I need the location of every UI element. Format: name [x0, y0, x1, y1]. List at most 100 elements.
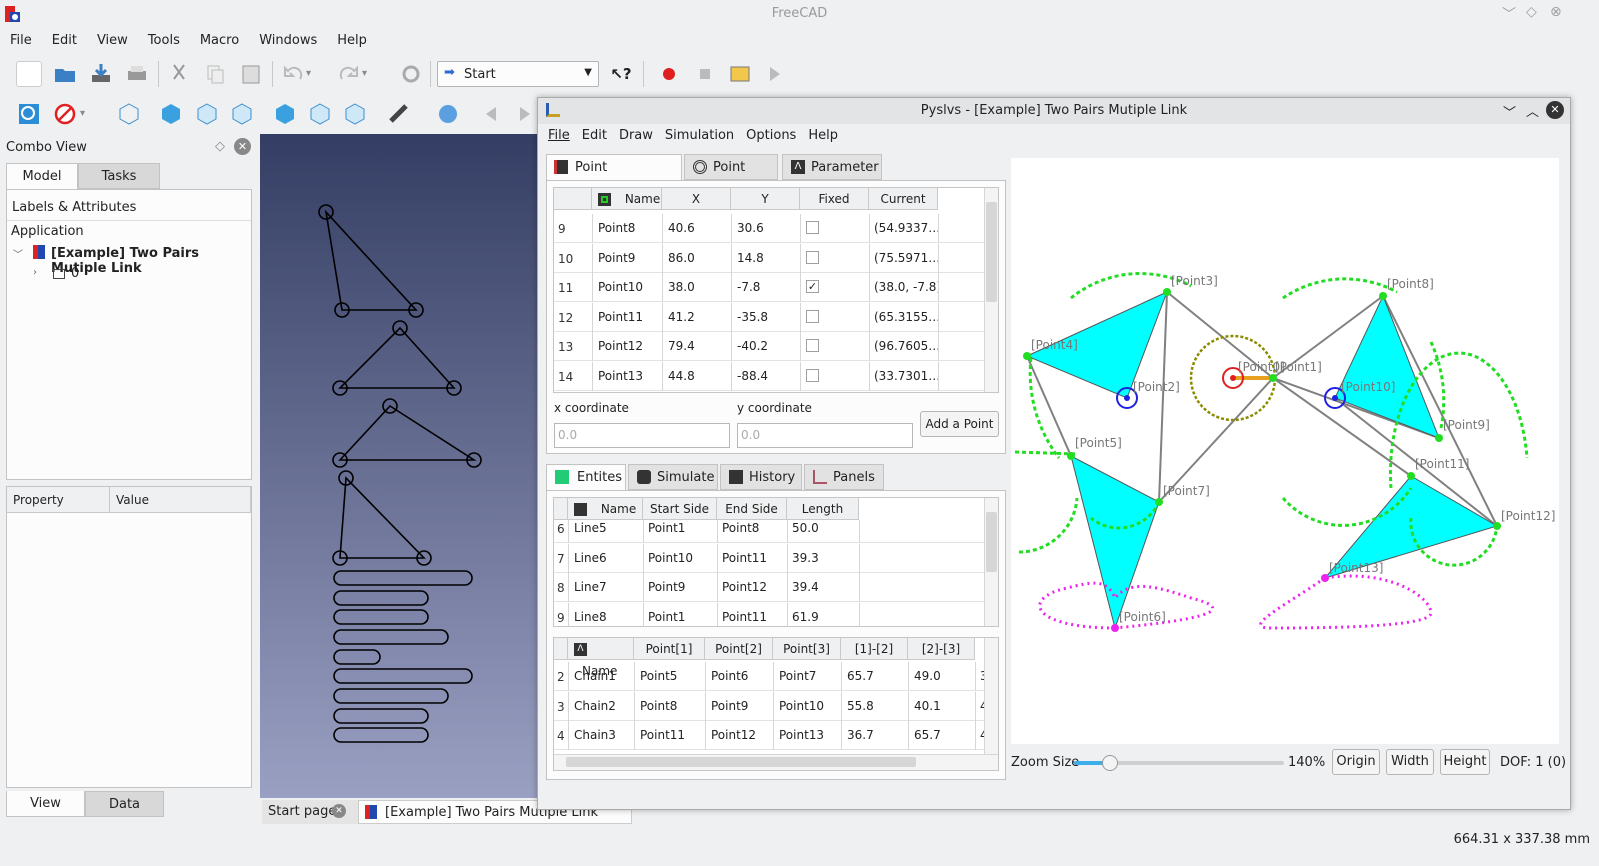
pyslvs-minimize-icon[interactable]: ﹀ — [1503, 102, 1516, 121]
chain-p1-cell[interactable]: Point5 — [640, 669, 702, 683]
rear-view-icon[interactable] — [272, 101, 298, 127]
line-name-cell[interactable]: Line6 — [574, 551, 640, 565]
tab-simulate[interactable]: Simulate — [628, 464, 718, 490]
chain-p3-cell[interactable]: Point7 — [779, 669, 839, 683]
line-end-cell[interactable]: Point8 — [722, 521, 784, 535]
web-icon[interactable] — [435, 101, 461, 127]
menu-view[interactable]: View — [87, 30, 138, 51]
line-start-cell[interactable]: Point10 — [648, 551, 714, 565]
print-icon[interactable] — [124, 61, 150, 87]
table-row[interactable]: 8 Line7 Point9 Point12 39.4 — [554, 573, 986, 602]
point-x-cell[interactable]: 79.4 — [668, 339, 728, 353]
paste-icon[interactable] — [238, 61, 264, 87]
chains-header-p1[interactable]: Point[1] — [634, 638, 705, 660]
close-tab-icon[interactable]: ✕ — [332, 804, 346, 818]
point-y-cell[interactable]: -40.2 — [737, 339, 797, 353]
group-tree-item[interactable]: 0 — [71, 266, 79, 281]
lines-scrollbar[interactable] — [984, 498, 998, 626]
line-end-cell[interactable]: Point11 — [722, 551, 784, 565]
3d-viewport[interactable] — [260, 134, 545, 798]
maximize-icon[interactable]: ◇ — [1526, 4, 1537, 20]
line-start-cell[interactable]: Point1 — [648, 521, 714, 535]
fixed-checkbox[interactable]: ✓ — [806, 280, 819, 293]
copy-icon[interactable] — [202, 61, 228, 87]
points-header-y[interactable]: Y — [731, 188, 800, 210]
chains-v-scrollbar[interactable] — [984, 638, 998, 754]
tab-model[interactable]: Model — [6, 163, 78, 189]
tab-start-page[interactable]: Start page ✕ — [262, 800, 358, 824]
table-row[interactable]: 9 Line8 Point1 Point11 61.9 — [554, 602, 986, 626]
undo-icon[interactable] — [280, 61, 306, 87]
pyslvs-menu-draw[interactable]: Draw — [613, 126, 659, 145]
point-y-cell[interactable]: -35.8 — [737, 310, 797, 324]
draw-style-icon[interactable] — [52, 101, 78, 127]
point-name-cell[interactable]: Point9 — [598, 251, 660, 265]
chain-p3-cell[interactable]: Point10 — [779, 699, 839, 713]
point-x-cell[interactable]: 38.0 — [668, 280, 728, 294]
fixed-checkbox[interactable] — [806, 368, 819, 382]
measure-icon[interactable] — [386, 101, 412, 127]
table-row[interactable]: 14 Point13 44.8 -88.4 (33.7301… — [554, 361, 986, 391]
point-name-cell[interactable]: Point12 — [598, 339, 660, 353]
document-tree-item[interactable]: [Example] Two Pairs Mutiple Link — [51, 246, 251, 276]
chain-name-cell[interactable]: Chain1 — [574, 669, 632, 683]
menu-help[interactable]: Help — [327, 30, 377, 51]
table-row[interactable]: 6 Line5 Point1 Point8 50.0 — [554, 520, 986, 543]
pyslvs-menu-edit[interactable]: Edit — [576, 126, 613, 145]
stop-macro-icon[interactable] — [692, 61, 718, 87]
right-view-icon[interactable] — [229, 101, 255, 127]
point-x-cell[interactable]: 44.8 — [668, 369, 728, 383]
pyslvs-menu-options[interactable]: Options — [740, 126, 802, 145]
record-macro-icon[interactable] — [656, 61, 682, 87]
menu-file[interactable]: File — [0, 30, 42, 51]
workbench-selector[interactable]: ➡ Start ▼ — [437, 61, 599, 87]
tab-panels[interactable]: Panels — [804, 464, 884, 490]
minimize-icon[interactable]: ﹀ — [1502, 4, 1516, 24]
line-name-cell[interactable]: Line7 — [574, 580, 640, 594]
point-x-cell[interactable]: 40.6 — [668, 221, 728, 235]
lines-header-name[interactable]: Name — [568, 498, 643, 520]
point-y-cell[interactable]: -88.4 — [737, 369, 797, 383]
line-name-cell[interactable]: Line5 — [574, 521, 640, 535]
tab-view[interactable]: View — [6, 791, 85, 817]
chain-name-cell[interactable]: Chain2 — [574, 699, 632, 713]
width-button[interactable]: Width — [1386, 749, 1434, 775]
save-icon[interactable] — [88, 61, 114, 87]
float-icon[interactable]: ◇ — [215, 139, 225, 154]
close-combo-icon[interactable]: ✕ — [234, 138, 251, 155]
refresh-icon[interactable] — [398, 61, 424, 87]
pyslvs-menu-simulation[interactable]: Simulation — [659, 126, 740, 145]
point-x-cell[interactable]: 86.0 — [668, 251, 728, 265]
chain-p2-cell[interactable]: Point9 — [711, 699, 771, 713]
draw-style-dropdown-icon[interactable]: ▾ — [80, 101, 94, 127]
chains-header-name[interactable]: Λ Name — [568, 638, 634, 678]
lines-header-start[interactable]: Start Side — [643, 498, 717, 520]
menu-edit[interactable]: Edit — [42, 30, 87, 51]
tab-data[interactable]: Data — [85, 791, 164, 817]
points-header-x[interactable]: X — [662, 188, 731, 210]
height-button[interactable]: Height — [1440, 749, 1490, 775]
tab-history[interactable]: History — [720, 464, 802, 490]
points-header-current[interactable]: Current — [869, 188, 938, 210]
edit-macro-icon[interactable] — [727, 61, 753, 87]
table-row[interactable]: 4 Chain3 Point11 Point12 Point13 36.7 65.7 4 — [554, 721, 984, 750]
open-folder-icon[interactable] — [52, 61, 78, 87]
points-header-name[interactable]: Name — [592, 188, 662, 210]
left-view-icon[interactable] — [342, 101, 368, 127]
chain-p1-cell[interactable]: Point11 — [640, 728, 702, 742]
fixed-checkbox[interactable] — [806, 339, 819, 352]
line-end-cell[interactable]: Point11 — [722, 610, 784, 624]
table-row[interactable]: 13 Point12 79.4 -40.2 (96.7605… — [554, 332, 986, 361]
table-row[interactable]: 7 Line6 Point10 Point11 39.3 — [554, 543, 986, 573]
pyslvs-menu-file[interactable]: File — [542, 126, 576, 145]
redo-dropdown-icon[interactable]: ▾ — [362, 61, 376, 87]
fixed-checkbox[interactable] — [806, 250, 819, 264]
fixed-checkbox[interactable] — [806, 221, 819, 234]
chains-header-d23[interactable]: [2]-[3] — [908, 638, 975, 660]
points-header-fixed[interactable]: Fixed — [800, 188, 869, 210]
chain-p1-cell[interactable]: Point8 — [640, 699, 702, 713]
chains-header-p2[interactable]: Point[2] — [705, 638, 773, 660]
redo-icon[interactable] — [336, 61, 362, 87]
x-coordinate-input[interactable]: 0.0 — [554, 423, 730, 448]
point-y-cell[interactable]: 30.6 — [737, 221, 797, 235]
